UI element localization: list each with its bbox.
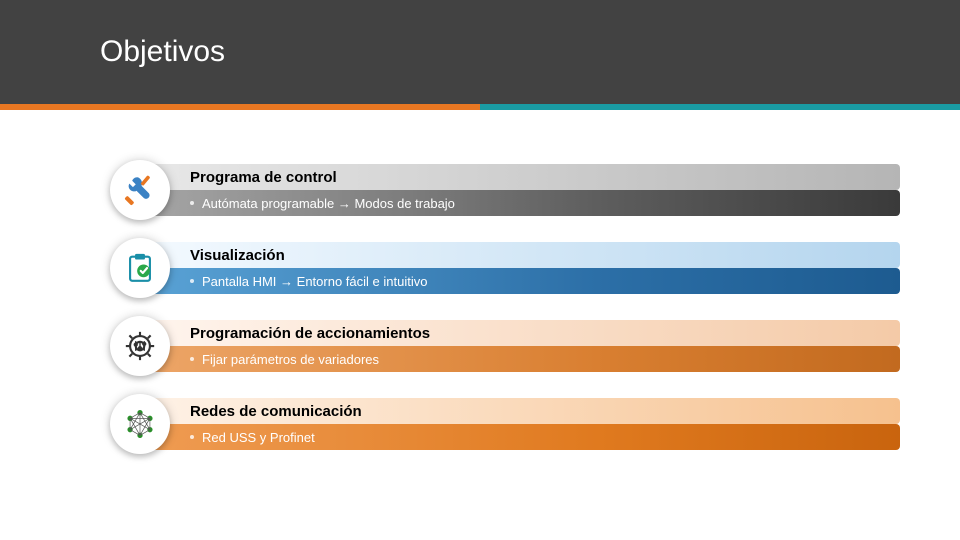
objective-sub: Red USS y Profinet — [140, 424, 900, 450]
objective-heading: Visualización — [140, 242, 900, 268]
objective-sub: Fijar parámetros de variadores — [140, 346, 900, 372]
objective-item: Programación de accionamientos Fijar par… — [110, 320, 900, 372]
checklist-icon — [110, 238, 170, 298]
content-area: Programa de control Autómata programable… — [0, 110, 960, 450]
objective-sub: Pantalla HMI → Entorno fácil e intuitivo — [140, 268, 900, 294]
accent-strip — [0, 104, 960, 110]
objective-item: Programa de control Autómata programable… — [110, 164, 900, 216]
network-icon — [110, 394, 170, 454]
tools-icon — [110, 160, 170, 220]
objective-item: Visualización Pantalla HMI → Entorno fác… — [110, 242, 900, 294]
slide-header: Objetivos — [0, 0, 960, 104]
page-title: Objetivos — [100, 35, 225, 69]
objective-heading: Redes de comunicación — [140, 398, 900, 424]
objective-heading: Programa de control — [140, 164, 900, 190]
objective-item: Redes de comunicación Red USS y Profinet — [110, 398, 900, 450]
objective-heading: Programación de accionamientos — [140, 320, 900, 346]
gear-sliders-icon — [110, 316, 170, 376]
objective-sub: Autómata programable → Modos de trabajo — [140, 190, 900, 216]
